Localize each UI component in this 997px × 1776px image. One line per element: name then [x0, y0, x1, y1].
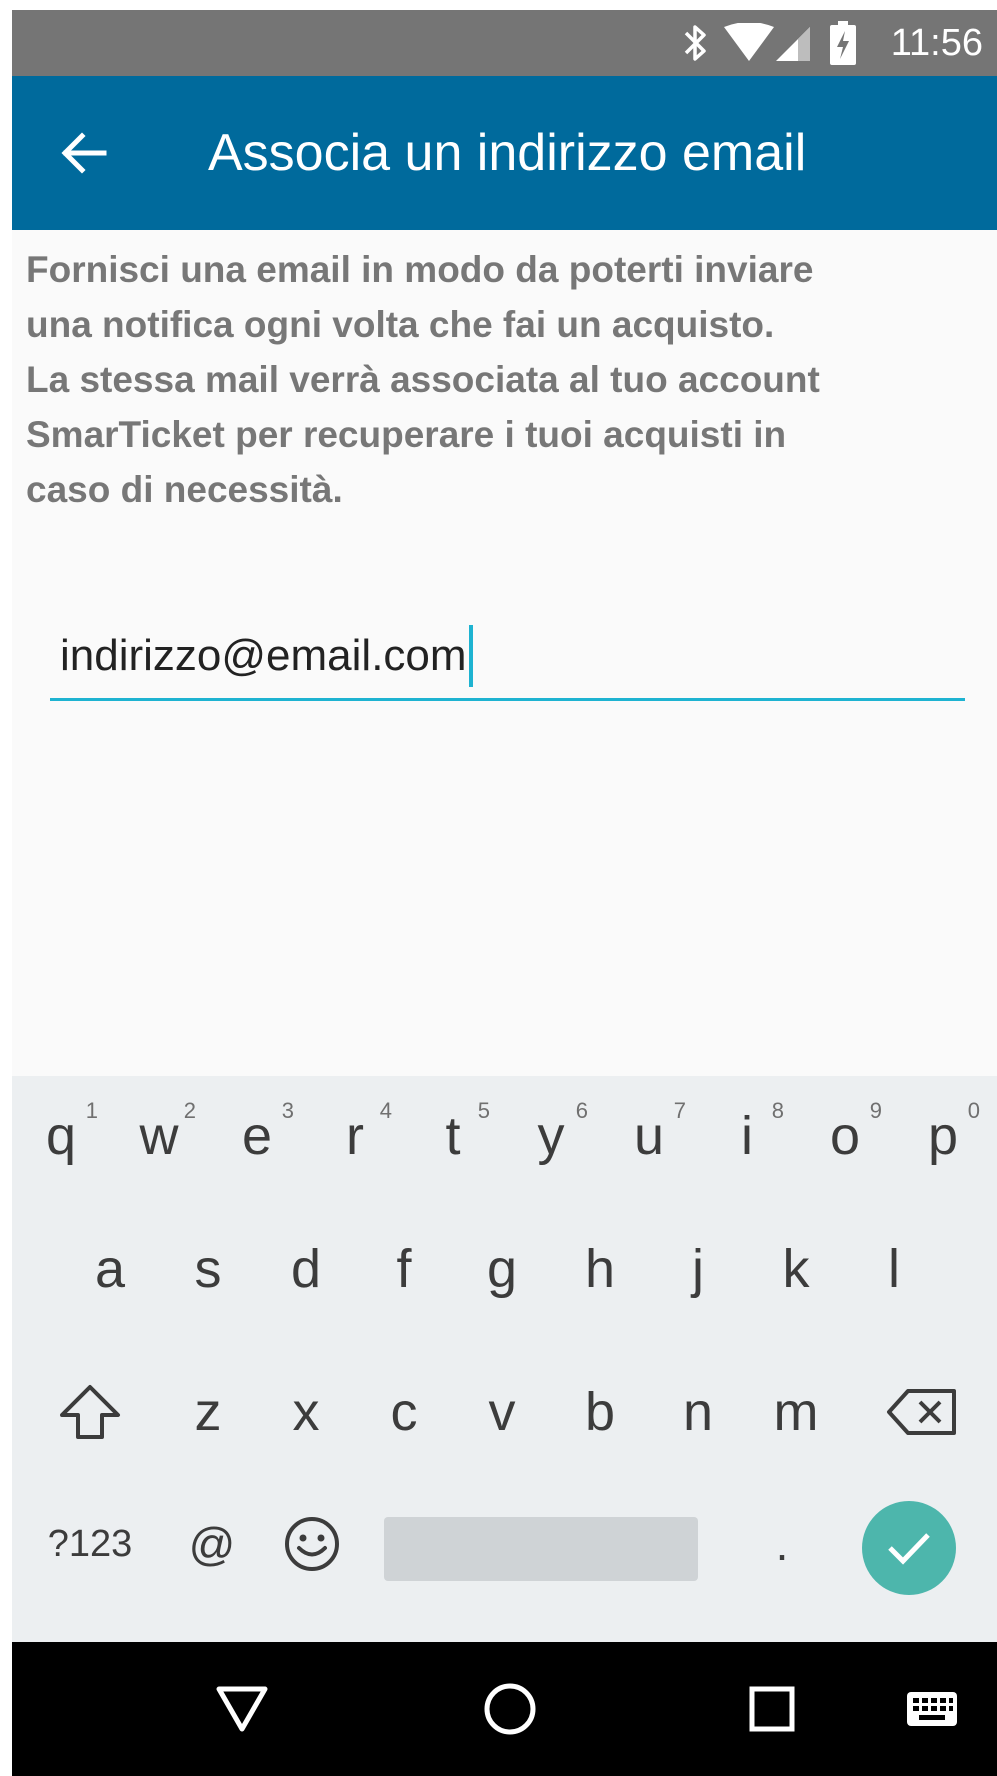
key-label: o	[829, 1106, 861, 1166]
key-hint: 8	[771, 1098, 784, 1123]
cell-signal-icon	[776, 10, 812, 76]
description-line: SmarTicket per recuperare i tuoi acquist…	[26, 414, 787, 455]
key-a[interactable]: a	[61, 1209, 159, 1329]
page-title: Associa un indirizzo email	[208, 124, 807, 182]
key-p[interactable]: p0	[894, 1076, 992, 1196]
key-c[interactable]: c	[355, 1352, 453, 1472]
key-label: p	[927, 1106, 959, 1166]
key-j[interactable]: j	[649, 1209, 747, 1329]
symbols-key[interactable]: ?123	[32, 1484, 148, 1604]
key-hint: 4	[379, 1098, 392, 1123]
key-z[interactable]: z	[159, 1352, 257, 1472]
key-q[interactable]: q1	[12, 1076, 110, 1196]
email-field-value: indirizzo@email.com	[60, 631, 467, 680]
key-h[interactable]: h	[551, 1209, 649, 1329]
description-line: La stessa mail verrà associata al tuo ac…	[26, 359, 820, 400]
soft-keyboard: q1 w2 e3 r4 t5 y6 u7 i8 o9 p0 a s d f g …	[12, 1076, 997, 1642]
emoji-icon	[285, 1517, 339, 1571]
status-time: 11:56	[890, 22, 983, 64]
emoji-key[interactable]	[267, 1484, 357, 1604]
home-circle-icon	[484, 1683, 536, 1735]
key-label: u	[633, 1106, 665, 1166]
keyboard-switch-button[interactable]	[882, 1642, 982, 1776]
navigation-bar	[12, 1642, 997, 1776]
key-t[interactable]: t5	[404, 1076, 502, 1196]
description-text: Fornisci una email in modo da poterti in…	[26, 242, 966, 517]
back-button[interactable]	[52, 121, 116, 185]
key-label: e	[241, 1106, 273, 1166]
key-f[interactable]: f	[355, 1209, 453, 1329]
key-n[interactable]: n	[649, 1352, 747, 1472]
app-bar: Associa un indirizzo email	[12, 76, 997, 230]
period-key[interactable]: .	[752, 1484, 812, 1604]
key-label: q	[45, 1106, 77, 1166]
key-d[interactable]: d	[257, 1209, 355, 1329]
description-line: Fornisci una email in modo da poterti in…	[26, 249, 814, 290]
back-triangle-icon	[216, 1686, 268, 1732]
key-hint: 9	[869, 1098, 882, 1123]
key-hint: 1	[85, 1098, 98, 1123]
recents-square-icon	[749, 1686, 795, 1732]
key-g[interactable]: g	[453, 1209, 551, 1329]
key-s[interactable]: s	[159, 1209, 257, 1329]
enter-key[interactable]	[862, 1501, 956, 1595]
key-o[interactable]: o9	[796, 1076, 894, 1196]
shift-key[interactable]	[32, 1352, 148, 1472]
key-k[interactable]: k	[747, 1209, 845, 1329]
key-hint: 6	[575, 1098, 588, 1123]
nav-home-button[interactable]	[450, 1642, 570, 1776]
backspace-icon	[887, 1389, 956, 1435]
text-cursor	[468, 625, 473, 688]
key-hint: 2	[183, 1098, 196, 1123]
key-y[interactable]: y6	[502, 1076, 600, 1196]
status-bar: 11:56	[12, 10, 997, 76]
checkmark-icon	[888, 1533, 930, 1565]
key-r[interactable]: r4	[306, 1076, 404, 1196]
key-b[interactable]: b	[551, 1352, 649, 1472]
description-line: una notifica ogni volta che fai un acqui…	[26, 304, 775, 345]
key-e[interactable]: e3	[208, 1076, 306, 1196]
app-screen: 11:56 Associa un indirizzo email Fornisc…	[12, 10, 997, 1776]
at-key[interactable]: @	[172, 1484, 252, 1604]
key-l[interactable]: l	[845, 1209, 943, 1329]
key-u[interactable]: u7	[600, 1076, 698, 1196]
key-hint: 0	[967, 1098, 980, 1123]
backspace-key[interactable]	[864, 1352, 980, 1472]
description-line: caso di necessità.	[26, 469, 343, 510]
key-i[interactable]: i8	[698, 1076, 796, 1196]
key-label: w	[139, 1106, 179, 1166]
spacebar[interactable]	[384, 1517, 698, 1581]
key-hint: 7	[673, 1098, 686, 1123]
email-field[interactable]: indirizzo@email.com	[60, 616, 473, 696]
battery-charging-icon	[830, 10, 856, 76]
key-v[interactable]: v	[453, 1352, 551, 1472]
arrow-left-icon	[61, 132, 107, 174]
key-hint: 3	[281, 1098, 294, 1123]
key-x[interactable]: x	[257, 1352, 355, 1472]
wifi-icon	[724, 10, 774, 76]
nav-recents-button[interactable]	[712, 1642, 832, 1776]
keyboard-switch-icon	[907, 1692, 957, 1726]
key-label: y	[537, 1106, 565, 1166]
key-w[interactable]: w2	[110, 1076, 208, 1196]
nav-back-button[interactable]	[182, 1642, 302, 1776]
email-field-container[interactable]: indirizzo@email.com	[50, 616, 965, 701]
key-label: r	[346, 1106, 364, 1166]
key-hint: 5	[477, 1098, 490, 1123]
shift-icon	[60, 1385, 120, 1439]
key-m[interactable]: m	[747, 1352, 845, 1472]
key-label: t	[445, 1106, 461, 1166]
key-label: i	[741, 1106, 753, 1166]
bluetooth-icon	[682, 10, 710, 76]
